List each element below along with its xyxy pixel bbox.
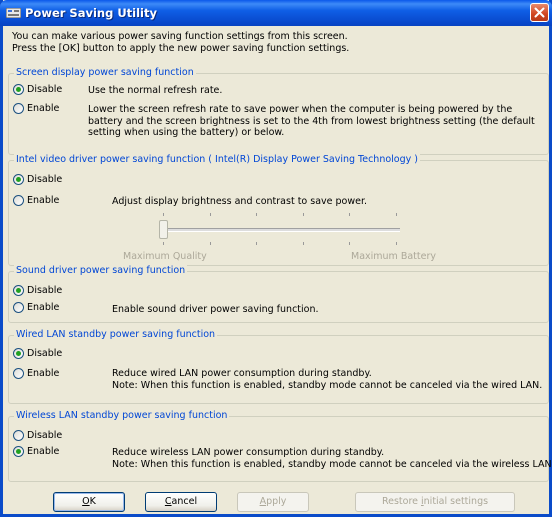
slider-tick <box>256 242 257 245</box>
radio-button[interactable] <box>13 84 24 95</box>
slider-tick <box>303 213 304 216</box>
intro-line-1: You can make various power saving functi… <box>12 31 348 42</box>
restore-label-before: Restore <box>381 496 422 507</box>
sound-driver-enable-desc: Enable sound driver power saving functio… <box>112 304 319 315</box>
wired-lan-legend: Wired LAN standby power saving function <box>14 329 218 340</box>
slider-track <box>159 228 400 232</box>
desc-line: Reduce wireless LAN power consumption du… <box>112 447 385 458</box>
radio-button[interactable] <box>13 302 24 313</box>
desc-line: Reduce wired LAN power consumption durin… <box>112 368 372 379</box>
screen-display-group: Screen display power saving function Dis… <box>8 67 549 155</box>
radio-label: Disable <box>27 174 63 185</box>
wireless-lan-group: Wireless LAN standby power saving functi… <box>8 410 552 482</box>
ok-label-rest: K <box>89 496 96 507</box>
slider-tick <box>303 242 304 245</box>
window-title: Power Saving Utility <box>25 6 157 20</box>
slider-tick <box>349 242 350 245</box>
intel-video-enable-desc: Adjust display brightness and contrast t… <box>112 196 368 207</box>
wired-lan-disable-radio[interactable]: Disable <box>13 348 62 359</box>
slider-tick <box>210 213 211 216</box>
radio-button[interactable] <box>13 174 24 185</box>
slider-tick <box>396 213 397 216</box>
power-saving-utility-window: Power Saving Utility You can make variou… <box>0 0 552 517</box>
radio-button[interactable] <box>13 368 24 379</box>
intel-video-disable-radio[interactable]: Disable <box>13 174 62 185</box>
cancel-mnemonic: C <box>164 496 172 507</box>
close-icon <box>534 7 545 18</box>
restore-label-after: nitial settings <box>423 496 489 507</box>
close-button[interactable] <box>530 3 549 22</box>
screen-display-enable-desc: Lower the screen refresh rate to save po… <box>88 104 535 139</box>
app-icon <box>6 8 21 18</box>
radio-button[interactable] <box>13 446 24 457</box>
wireless-lan-enable-radio[interactable]: Enable <box>13 446 59 457</box>
wireless-lan-disable-radio[interactable]: Disable <box>13 430 62 441</box>
radio-label: Disable <box>27 285 63 296</box>
desc-line: Note: When this function is enabled, sta… <box>112 379 543 391</box>
slider-tick <box>163 213 164 216</box>
sound-driver-disable-radio[interactable]: Disable <box>13 285 62 296</box>
slider-tick <box>349 213 350 216</box>
radio-label: Enable <box>27 103 60 114</box>
sound-driver-enable-radio[interactable]: Enable <box>13 302 59 313</box>
sound-driver-legend: Sound driver power saving function <box>14 265 188 276</box>
restore-initial-settings-button[interactable]: Restore initial settings <box>355 492 515 512</box>
radio-button[interactable] <box>13 103 24 114</box>
slider-min-label: Maximum Quality <box>123 251 207 262</box>
intel-video-enable-radio[interactable]: Enable <box>13 195 59 206</box>
radio-label: Enable <box>27 195 60 206</box>
slider-tick <box>163 242 164 245</box>
radio-button[interactable] <box>13 348 24 359</box>
wireless-lan-legend: Wireless LAN standby power saving functi… <box>14 410 230 421</box>
screen-display-legend: Screen display power saving function <box>14 67 196 78</box>
radio-label: Enable <box>27 368 60 379</box>
slider-thumb[interactable] <box>159 220 168 239</box>
intro-text: You can make various power saving functi… <box>12 31 349 55</box>
radio-label: Enable <box>27 446 60 457</box>
intel-video-legend: Intel video driver power saving function… <box>14 154 420 165</box>
desc-line: battery and the screen brightness is set… <box>88 115 535 127</box>
cancel-label-rest: ancel <box>171 496 198 507</box>
wired-lan-group: Wired LAN standby power saving function … <box>8 329 549 404</box>
wired-lan-enable-desc: Reduce wired LAN power consumption durin… <box>112 368 542 391</box>
apply-button[interactable]: Apply <box>237 492 309 512</box>
radio-button[interactable] <box>13 430 24 441</box>
intro-line-2: Press the [OK] button to apply the new p… <box>12 43 350 54</box>
wired-lan-enable-radio[interactable]: Enable <box>13 368 59 379</box>
desc-line: setting when using the battery) or below… <box>88 127 285 138</box>
cancel-button[interactable]: Cancel <box>145 492 217 512</box>
screen-display-disable-radio[interactable]: Disable <box>13 84 62 95</box>
title-bar[interactable]: Power Saving Utility <box>0 0 552 26</box>
radio-label: Disable <box>27 348 63 359</box>
slider-tick <box>256 213 257 216</box>
slider-tick <box>396 242 397 245</box>
radio-label: Enable <box>27 302 60 313</box>
radio-label: Disable <box>27 430 63 441</box>
apply-label-rest: pply <box>266 496 287 507</box>
screen-display-disable-desc: Use the normal refresh rate. <box>88 85 223 96</box>
desc-line: Lower the screen refresh rate to save po… <box>88 104 513 115</box>
screen-display-enable-radio[interactable]: Enable <box>13 103 59 114</box>
intel-video-group: Intel video driver power saving function… <box>8 154 549 266</box>
radio-button[interactable] <box>13 195 24 206</box>
ok-mnemonic: O <box>82 496 90 507</box>
desc-line: Note: When this function is enabled, sta… <box>112 458 552 470</box>
radio-button[interactable] <box>13 285 24 296</box>
slider-max-label: Maximum Battery <box>351 251 436 262</box>
ok-button[interactable]: OK <box>53 492 125 512</box>
radio-label: Disable <box>27 84 63 95</box>
wireless-lan-enable-desc: Reduce wireless LAN power consumption du… <box>112 447 552 470</box>
sound-driver-group: Sound driver power saving function Disab… <box>8 265 549 323</box>
slider-tick <box>210 242 211 245</box>
